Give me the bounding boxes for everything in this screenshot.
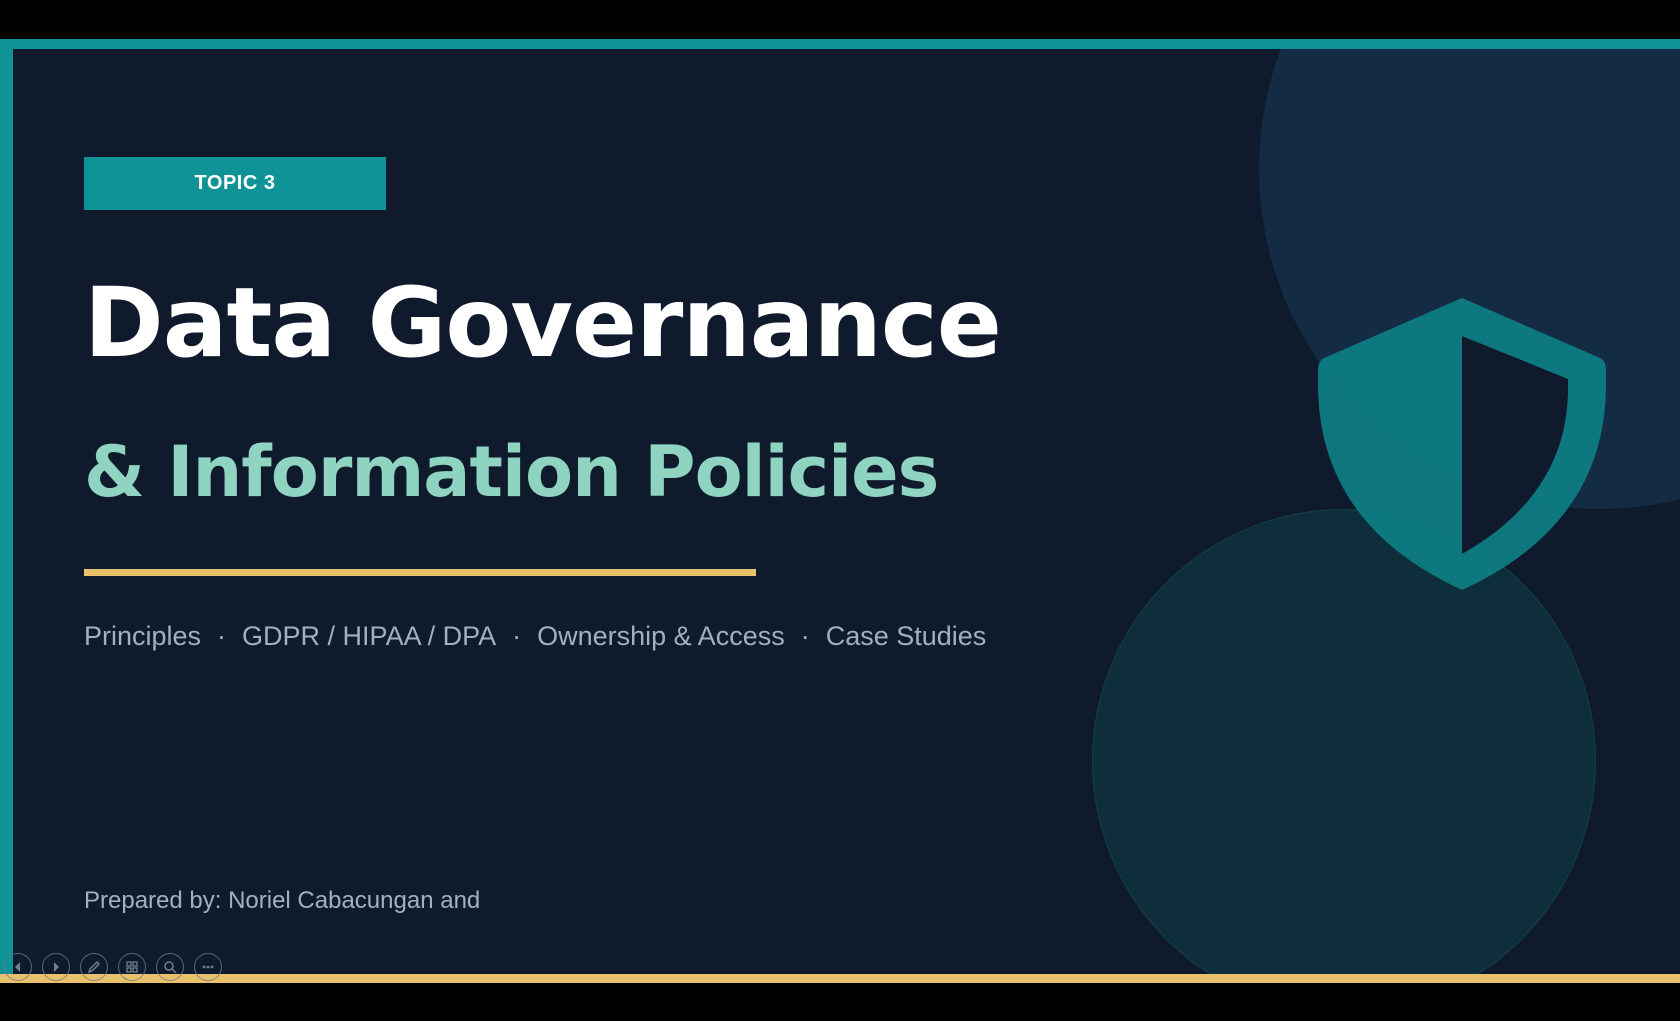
arrow-right-icon bbox=[54, 962, 59, 972]
topic-separator: · bbox=[800, 621, 810, 651]
slideshow-controls bbox=[4, 953, 222, 981]
pen-icon bbox=[87, 960, 101, 974]
see-all-slides-button[interactable] bbox=[118, 953, 146, 981]
zoom-button[interactable] bbox=[156, 953, 184, 981]
topic-list: Principles · GDPR / HIPAA / DPA · Owners… bbox=[84, 621, 986, 652]
topic-item: GDPR / HIPAA / DPA bbox=[242, 621, 497, 651]
magnifier-icon bbox=[164, 961, 177, 974]
accent-bar-top bbox=[0, 39, 1680, 49]
arrow-left-icon bbox=[15, 962, 20, 972]
slide: TOPIC 3 Data Governance & Information Po… bbox=[0, 39, 1680, 983]
topic-separator: · bbox=[512, 621, 522, 651]
topic-separator: · bbox=[217, 621, 227, 651]
topic-item: Principles bbox=[84, 621, 202, 651]
accent-bar-left bbox=[0, 39, 13, 983]
pen-tool-button[interactable] bbox=[80, 953, 108, 981]
slides-grid-icon bbox=[126, 961, 138, 973]
topic-item: Case Studies bbox=[825, 621, 987, 651]
letterbox-top bbox=[0, 0, 1680, 39]
topic-item: Ownership & Access bbox=[537, 621, 785, 651]
next-slide-button[interactable] bbox=[42, 953, 70, 981]
divider-rule bbox=[84, 569, 756, 576]
topic-badge: TOPIC 3 bbox=[84, 157, 386, 210]
ellipsis-icon bbox=[202, 965, 214, 969]
accent-bar-bottom bbox=[0, 974, 1680, 983]
prepared-by-text: Prepared by: Noriel Cabacungan and bbox=[84, 887, 481, 914]
previous-slide-button[interactable] bbox=[4, 953, 32, 981]
more-options-button[interactable] bbox=[194, 953, 222, 981]
letterbox-bottom bbox=[0, 983, 1680, 1021]
shield-icon bbox=[1318, 298, 1606, 590]
slide-subtitle: & Information Policies bbox=[84, 431, 939, 513]
slide-title: Data Governance bbox=[84, 267, 1002, 379]
